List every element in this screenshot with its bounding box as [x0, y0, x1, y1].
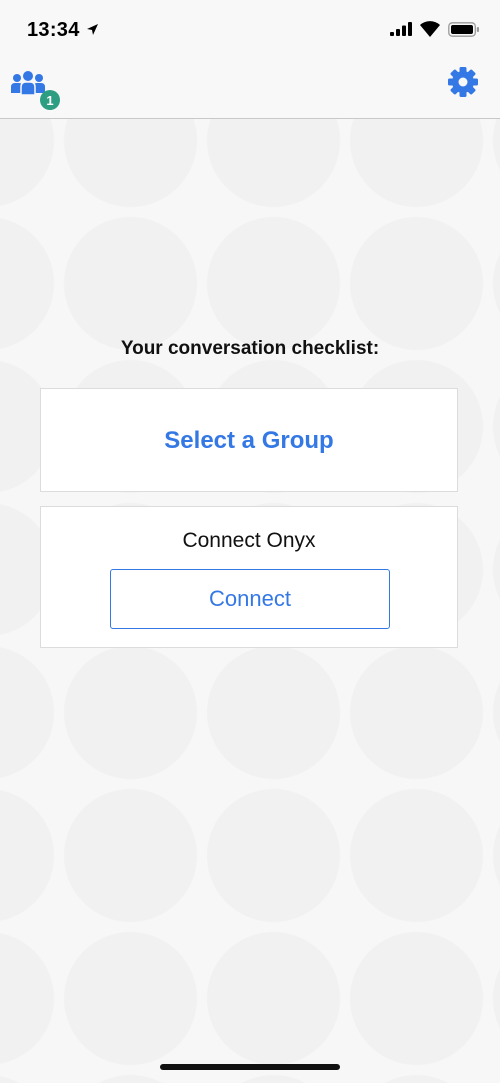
- settings-button[interactable]: [446, 65, 480, 99]
- connect-onyx-title: Connect Onyx: [182, 529, 316, 552]
- home-indicator[interactable]: [160, 1064, 340, 1070]
- gear-icon: [448, 67, 478, 97]
- group-count-badge: 1: [40, 90, 60, 110]
- connect-onyx-card: Connect Onyx Connect: [40, 506, 458, 648]
- signal-icon: [390, 22, 412, 36]
- select-group-card[interactable]: Select a Group: [40, 388, 458, 492]
- connect-button[interactable]: Connect: [110, 569, 390, 629]
- status-time: 13:34: [27, 19, 80, 41]
- groups-button[interactable]: 1: [10, 68, 64, 114]
- battery-icon: [448, 22, 479, 37]
- wifi-icon: [420, 21, 440, 37]
- select-group-label: Select a Group: [164, 427, 334, 454]
- checklist-heading: Your conversation checklist:: [120, 338, 380, 359]
- nav-bar: 1: [0, 62, 500, 119]
- status-bar: 13:34: [0, 0, 500, 62]
- location-arrow-icon: [87, 24, 98, 35]
